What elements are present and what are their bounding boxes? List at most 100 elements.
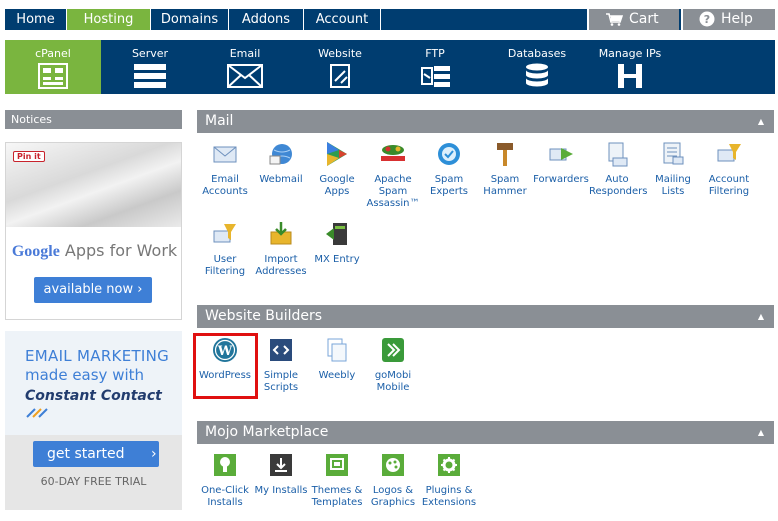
pin-it-button[interactable]: Pin it [13, 151, 45, 162]
mail-item-label: Auto Responders [589, 174, 648, 197]
toolbar-website-label: Website [318, 47, 362, 60]
mojo-item-label: Themes & Templates [311, 485, 363, 508]
cart-icon [606, 12, 623, 26]
cart-label: Cart [629, 11, 659, 27]
forwarder-icon [549, 148, 573, 161]
palette-icon [382, 454, 404, 476]
filter-icon [717, 144, 741, 162]
help-button[interactable]: ? Help [681, 9, 775, 30]
builder-item-simple-scripts[interactable]: Simple Scripts [253, 336, 309, 394]
builder-item-gomobi[interactable]: goMobi Mobile [365, 336, 421, 394]
tab-account[interactable]: Account [304, 9, 381, 30]
chevron-right-icon: › [151, 446, 157, 462]
constant-contact-brand: Constant Contact [25, 388, 162, 404]
import-icon [270, 222, 292, 245]
mojo-item-plugins-extensions[interactable]: Plugins & Extensions [421, 451, 477, 509]
mail-item-label: Email Accounts [202, 174, 248, 197]
mail-item-mx-entry[interactable]: MX Entry [309, 220, 365, 266]
mojo-item-label: Logos & Graphics [370, 485, 416, 508]
toolbar-manage-ips[interactable]: Manage IPs [595, 40, 665, 94]
swoosh-icon [26, 408, 48, 418]
mojo-item-label: Plugins & Extensions [421, 485, 477, 508]
mail-item-label: Account Filtering [708, 174, 750, 197]
tab-hosting-label: Hosting [83, 12, 134, 27]
mail-item-label: Spam Hammer [483, 174, 527, 197]
mail-item-mailing-lists[interactable]: Mailing Lists [645, 140, 701, 198]
google-logo: Google [11, 243, 60, 260]
toolbar-website[interactable]: Website [305, 40, 375, 94]
available-now-button[interactable]: available now › [34, 277, 152, 303]
tab-addons[interactable]: Addons [229, 9, 304, 30]
toolbar-databases[interactable]: Databases [499, 40, 575, 94]
spam-experts-icon [438, 143, 460, 165]
mail-section-header[interactable]: Mail ▲ [197, 110, 774, 133]
tab-home[interactable]: Home [5, 9, 67, 30]
mojo-marketplace-section-header[interactable]: Mojo Marketplace ▲ [197, 421, 774, 444]
google-apps-tagline: Google Apps for Work [6, 241, 181, 261]
gear-icon [438, 454, 460, 476]
help-icon: ? [699, 11, 715, 27]
mail-item-label: MX Entry [314, 254, 360, 265]
tab-account-label: Account [315, 12, 369, 27]
website-builders-section-header[interactable]: Website Builders ▲ [197, 305, 774, 328]
collapse-caret-icon[interactable]: ▲ [758, 421, 764, 444]
mail-item-label: Webmail [259, 174, 303, 185]
toolbar-email[interactable]: Email [210, 40, 280, 94]
toolbar-cpanel[interactable]: cPanel [5, 40, 101, 94]
tab-home-label: Home [16, 12, 55, 27]
mail-item-auto-responders[interactable]: Auto Responders [589, 140, 648, 198]
get-started-button[interactable]: get started › [33, 441, 159, 467]
cpanel-icon [38, 63, 68, 89]
themes-icon [326, 454, 348, 476]
collapse-caret-icon[interactable]: ▲ [758, 305, 764, 328]
toolbar-databases-label: Databases [507, 47, 567, 60]
toolbar-cpanel-label: cPanel [35, 47, 71, 60]
ad-subheadline: made easy with [25, 366, 145, 384]
mail-item-spam-experts[interactable]: Spam Experts [421, 140, 477, 198]
mail-item-label: Forwarders [533, 174, 589, 185]
google-apps-ad[interactable]: Pin it Google Apps for Work available no… [5, 142, 182, 320]
toolbar-server[interactable]: Server [115, 40, 185, 94]
mail-item-email-accounts[interactable]: Email Accounts [197, 140, 253, 198]
mojo-item-one-click-installs[interactable]: One-Click Installs [197, 451, 253, 509]
constant-contact-ad[interactable]: EMAIL MARKETING made easy with Constant … [5, 331, 182, 510]
mail-item-label: Spam Experts [430, 174, 468, 197]
ad-headline: EMAIL MARKETING [25, 347, 170, 365]
ip-icon [618, 64, 642, 88]
mail-item-spam-assassin[interactable]: Apache Spam Assassin™ [365, 140, 421, 210]
help-label: Help [721, 11, 753, 27]
mail-item-webmail[interactable]: Webmail [253, 140, 309, 186]
website-icon [330, 64, 350, 88]
mail-item-import-addresses[interactable]: Import Addresses [253, 220, 309, 278]
collapse-caret-icon[interactable]: ▲ [758, 110, 764, 133]
mail-item-spam-hammer[interactable]: Spam Hammer [477, 140, 533, 198]
hammer-icon [497, 143, 513, 166]
builder-item-weebly[interactable]: Weebly [309, 336, 365, 382]
tab-domains[interactable]: Domains [151, 9, 229, 30]
top-navigation: Home Hosting Domains Addons Account Cart… [5, 9, 775, 30]
main-toolbar: cPanel Server Email Website FTP Database… [5, 40, 775, 94]
mojo-marketplace-section-title: Mojo Marketplace [205, 424, 329, 440]
tab-hosting[interactable]: Hosting [67, 9, 151, 30]
cart-button[interactable]: Cart [587, 9, 679, 30]
mail-item-account-filtering[interactable]: Account Filtering [701, 140, 757, 198]
mojo-item-my-installs[interactable]: My Installs [253, 451, 309, 497]
website-builders-section-title: Website Builders [205, 308, 323, 324]
mail-item-forwarders[interactable]: Forwarders [533, 140, 589, 186]
mail-item-label: Google Apps [319, 174, 355, 197]
toolbar-manage-ips-label: Manage IPs [598, 47, 662, 60]
mail-item-user-filtering[interactable]: User Filtering [197, 220, 253, 278]
builder-item-label: Simple Scripts [263, 370, 299, 393]
tab-domains-label: Domains [160, 12, 219, 27]
toolbar-ftp[interactable]: FTP [400, 40, 470, 94]
wordpress-highlight-box [193, 333, 258, 399]
mail-item-label: Apache Spam Assassin™ [366, 174, 420, 209]
mojo-item-logos-graphics[interactable]: Logos & Graphics [365, 451, 421, 509]
mojo-item-themes-templates[interactable]: Themes & Templates [309, 451, 365, 509]
mail-item-label: User Filtering [204, 254, 246, 277]
mail-item-google-apps[interactable]: Google Apps [309, 140, 365, 198]
get-started-label: get started [47, 446, 125, 462]
mojo-item-label: My Installs [254, 485, 308, 496]
mail-item-label: Mailing Lists [655, 174, 691, 197]
mailing-list-icon [663, 142, 684, 165]
